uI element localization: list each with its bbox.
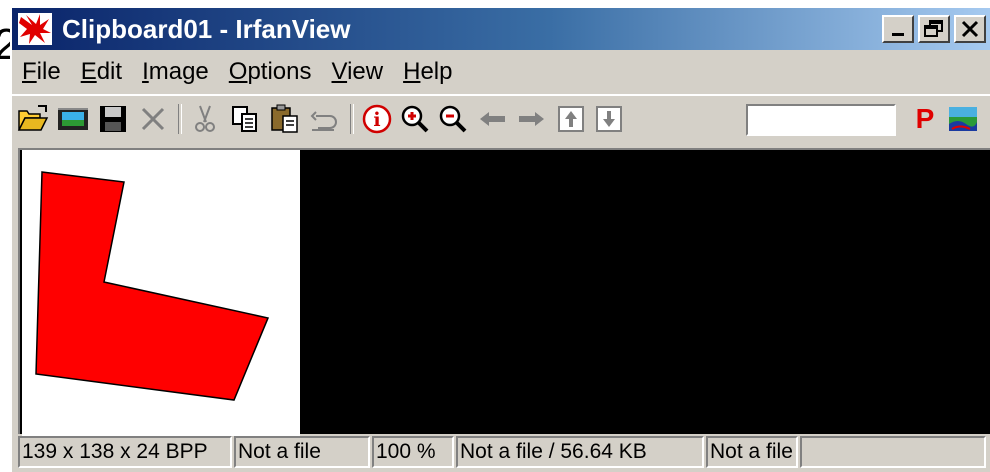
irfanview-app-icon[interactable]: [18, 13, 52, 45]
slideshow-icon: [58, 108, 88, 130]
restore-icon: [924, 20, 943, 37]
status-file-2: Not a file: [706, 436, 798, 468]
menu-bar: File Edit Image Options View Help: [12, 54, 462, 90]
status-zoom: 100 %: [372, 436, 454, 468]
status-extra: [800, 436, 986, 468]
menu-help[interactable]: Help: [403, 58, 452, 86]
print-button[interactable]: P: [908, 102, 942, 136]
minimize-button[interactable]: [882, 15, 914, 43]
slideshow-button[interactable]: [56, 102, 90, 136]
previous-arrow-icon: [480, 112, 505, 126]
about-icon: [949, 107, 977, 131]
maximize-button[interactable]: [918, 15, 950, 43]
next-button[interactable]: [514, 102, 548, 136]
info-button[interactable]: i: [360, 102, 394, 136]
open-folder-icon: [17, 105, 49, 131]
last-file-icon: [596, 106, 622, 132]
svg-text:i: i: [373, 109, 380, 131]
menu-file[interactable]: File: [22, 58, 61, 86]
delete-icon: [141, 107, 165, 131]
minimize-icon: [892, 33, 904, 36]
delete-button[interactable]: [136, 102, 170, 136]
undo-button[interactable]: [308, 102, 342, 136]
save-button[interactable]: [96, 102, 130, 136]
title-bar[interactable]: Clipboard01 - IrfanView: [12, 8, 990, 50]
cut-button[interactable]: [188, 102, 222, 136]
cut-icon: [195, 105, 215, 132]
zoom-in-icon: [401, 105, 429, 133]
page-number-field[interactable]: [746, 104, 896, 136]
zoom-out-button[interactable]: [436, 102, 470, 136]
close-button[interactable]: [954, 15, 986, 43]
menu-view[interactable]: View: [332, 58, 384, 86]
paste-button[interactable]: [268, 102, 302, 136]
save-icon: [100, 106, 126, 132]
first-file-icon: [558, 106, 584, 132]
toolbar: i P: [12, 94, 990, 144]
image-viewport[interactable]: [18, 148, 990, 436]
zoom-out-icon: [439, 105, 467, 133]
previous-button[interactable]: [476, 102, 510, 136]
menu-options[interactable]: Options: [229, 58, 312, 86]
close-icon: [961, 20, 979, 38]
menu-edit[interactable]: Edit: [81, 58, 122, 86]
clipboard-image: [22, 150, 300, 436]
window-title: Clipboard01 - IrfanView: [62, 14, 351, 44]
next-arrow-icon: [519, 112, 544, 126]
status-file-size: Not a file / 56.64 KB: [456, 436, 704, 468]
copy-button[interactable]: [228, 102, 262, 136]
copy-icon: [232, 106, 257, 132]
open-button[interactable]: [16, 102, 50, 136]
irfanview-window: Clipboard01 - IrfanView File Edit Image …: [10, 6, 990, 472]
status-bar: 139 x 138 x 24 BPP Not a file 100 % Not …: [12, 436, 990, 470]
status-file: Not a file: [234, 436, 370, 468]
paste-icon: [271, 104, 298, 133]
status-dimensions: 139 x 138 x 24 BPP: [18, 436, 232, 468]
info-icon: i: [362, 104, 392, 134]
first-file-button[interactable]: [554, 102, 588, 136]
last-file-button[interactable]: [592, 102, 626, 136]
about-button[interactable]: [946, 102, 980, 136]
zoom-in-button[interactable]: [398, 102, 432, 136]
red-polygon-shape: [35, 171, 270, 401]
menu-image[interactable]: Image: [142, 58, 209, 86]
undo-icon: [310, 111, 337, 131]
